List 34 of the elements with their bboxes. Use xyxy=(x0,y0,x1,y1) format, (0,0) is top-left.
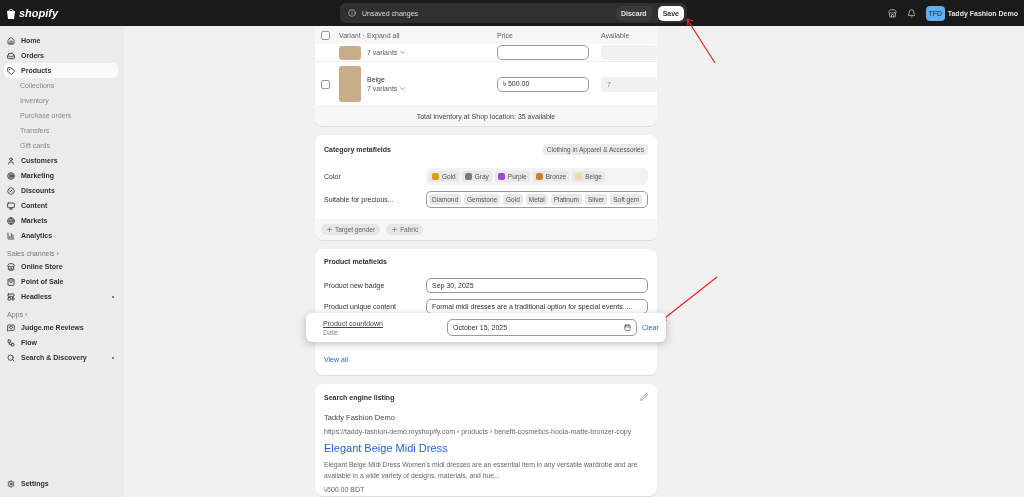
logo-text: shopify xyxy=(19,7,59,19)
seo-page-title[interactable]: Elegant Beige Midi Dress xyxy=(315,439,457,455)
nav-icon xyxy=(7,201,15,210)
annotation-arrow xyxy=(686,18,716,64)
nav-icon xyxy=(7,66,15,75)
store-icon[interactable] xyxy=(887,8,897,18)
nav-icon xyxy=(7,338,15,347)
nav-icon xyxy=(7,51,15,60)
nav-icon xyxy=(7,292,15,301)
plus-icon xyxy=(326,226,333,233)
nav-icon xyxy=(7,323,15,332)
nav-icon xyxy=(7,156,15,165)
nav-icon xyxy=(7,277,15,286)
checkbox[interactable] xyxy=(321,79,330,89)
nav-icon xyxy=(7,353,15,362)
chevron-down-icon xyxy=(399,49,407,56)
nav-icon xyxy=(7,186,15,195)
nav-icon xyxy=(7,216,15,225)
bell-icon[interactable] xyxy=(906,8,916,18)
edit-icon[interactable] xyxy=(640,393,648,401)
nav-icon xyxy=(7,36,15,45)
chevron-down-icon xyxy=(399,85,407,92)
settings-icon xyxy=(7,479,15,488)
price-field[interactable] xyxy=(497,45,589,60)
checkbox[interactable] xyxy=(321,30,330,40)
plus-icon xyxy=(391,226,399,233)
nav-icon xyxy=(7,262,15,271)
nav-icon xyxy=(7,231,15,240)
photo-placeholder xyxy=(339,66,361,102)
info-icon xyxy=(348,9,356,17)
shopping-bag-icon xyxy=(6,7,16,19)
calendar-icon xyxy=(624,324,631,331)
nav-icon xyxy=(7,171,15,180)
photo-placeholder xyxy=(339,45,361,60)
